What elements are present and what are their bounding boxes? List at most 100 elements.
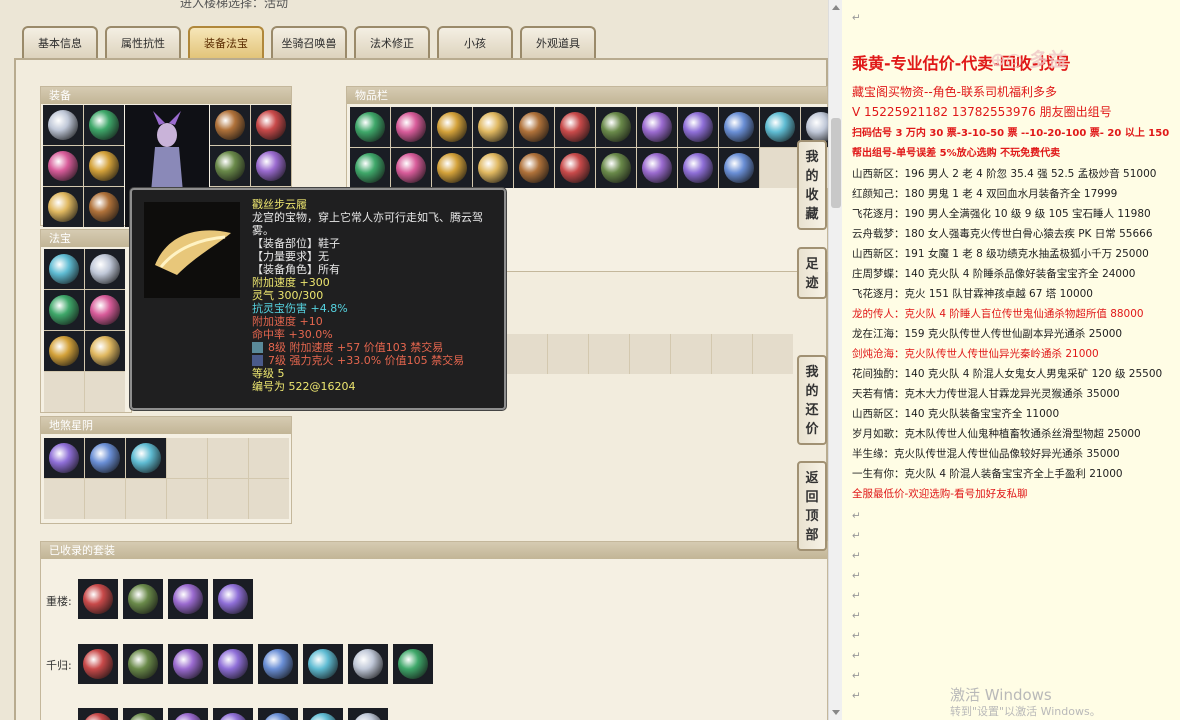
empty-slot[interactable]: [44, 372, 84, 412]
item-slot[interactable]: [123, 708, 163, 720]
item-slot[interactable]: [213, 579, 253, 619]
item-slot[interactable]: [473, 107, 513, 147]
item-slot[interactable]: [210, 105, 250, 145]
doc-listing-line: 龙在江海：159 克火队传世人传世仙副本异光通杀 25000: [852, 328, 1123, 340]
item-slot[interactable]: [348, 708, 388, 720]
side-nav-button[interactable]: 我的还价: [797, 355, 827, 445]
item-slot[interactable]: [123, 579, 163, 619]
item-slot[interactable]: [637, 107, 677, 147]
item-slot[interactable]: [596, 148, 636, 188]
item-slot[interactable]: [760, 107, 800, 147]
item-slot[interactable]: [555, 148, 595, 188]
empty-slot[interactable]: [85, 479, 125, 519]
item-slot[interactable]: [251, 105, 291, 145]
item-image: [144, 202, 240, 298]
side-nav-button[interactable]: 足迹: [797, 247, 827, 299]
item-slot[interactable]: [168, 708, 208, 720]
item-slot[interactable]: [78, 579, 118, 619]
doc-line-3: 扫码估号 3 万内 30 票-3-10-50 票 --10-20-100 票- …: [852, 128, 1170, 139]
item-slot[interactable]: [473, 148, 513, 188]
empty-slot[interactable]: [589, 334, 629, 374]
side-nav-button[interactable]: 返回顶部: [797, 461, 827, 551]
empty-slot[interactable]: [548, 334, 588, 374]
item-slot[interactable]: [637, 148, 677, 188]
empty-slot[interactable]: [167, 479, 207, 519]
empty-slot[interactable]: [208, 479, 248, 519]
side-nav-button-char: 还: [805, 403, 819, 418]
side-nav-button[interactable]: 我的收藏: [797, 140, 827, 230]
empty-slot[interactable]: [44, 479, 84, 519]
item-slot[interactable]: [85, 438, 125, 478]
item-slot[interactable]: [123, 644, 163, 684]
empty-slot[interactable]: [712, 334, 752, 374]
scroll-down-arrow-icon[interactable]: [832, 710, 840, 715]
tab-item[interactable]: 法术修正: [354, 26, 430, 58]
item-slot[interactable]: [84, 105, 124, 145]
item-slot[interactable]: [555, 107, 595, 147]
item-icon: [437, 153, 467, 183]
empty-slot[interactable]: [249, 438, 289, 478]
tab-item[interactable]: 坐骑召唤兽: [271, 26, 347, 58]
item-slot[interactable]: [350, 107, 390, 147]
empty-slot[interactable]: [753, 334, 793, 374]
item-slot[interactable]: [84, 146, 124, 186]
item-slot[interactable]: [44, 249, 84, 289]
item-icon: [353, 713, 383, 720]
item-slot[interactable]: [393, 644, 433, 684]
item-slot[interactable]: [43, 105, 83, 145]
tab-item[interactable]: 基本信息: [22, 26, 98, 58]
scroll-up-arrow-icon[interactable]: [832, 5, 840, 10]
item-slot[interactable]: [348, 644, 388, 684]
item-slot[interactable]: [678, 148, 718, 188]
empty-slot[interactable]: [671, 334, 711, 374]
scroll-thumb[interactable]: [831, 118, 841, 208]
item-slot[interactable]: [432, 107, 472, 147]
empty-slot[interactable]: [630, 334, 670, 374]
empty-slot[interactable]: [507, 334, 547, 374]
item-slot[interactable]: [213, 708, 253, 720]
item-slot[interactable]: [168, 644, 208, 684]
item-slot[interactable]: [126, 438, 166, 478]
item-slot[interactable]: [78, 708, 118, 720]
item-slot[interactable]: [514, 107, 554, 147]
item-slot[interactable]: [44, 438, 84, 478]
item-slot[interactable]: [678, 107, 718, 147]
empty-slot[interactable]: [85, 372, 125, 412]
item-slot[interactable]: [44, 290, 84, 330]
tab-item[interactable]: 装备法宝: [188, 26, 264, 58]
item-slot[interactable]: [391, 107, 431, 147]
item-slot[interactable]: [84, 187, 124, 227]
item-slot[interactable]: [213, 644, 253, 684]
item-slot[interactable]: [85, 249, 125, 289]
item-slot[interactable]: [85, 290, 125, 330]
empty-slot[interactable]: [760, 148, 800, 188]
scrollbar[interactable]: [828, 0, 842, 720]
empty-slot[interactable]: [208, 438, 248, 478]
item-slot[interactable]: [43, 187, 83, 227]
item-icon: [89, 110, 119, 140]
item-slot[interactable]: [514, 148, 554, 188]
empty-slot[interactable]: [167, 438, 207, 478]
item-slot[interactable]: [43, 146, 83, 186]
item-slot[interactable]: [432, 148, 472, 188]
item-slot[interactable]: [303, 708, 343, 720]
item-slot[interactable]: [391, 148, 431, 188]
item-slot[interactable]: [350, 148, 390, 188]
item-slot[interactable]: [719, 148, 759, 188]
item-slot[interactable]: [251, 146, 291, 186]
item-slot[interactable]: [85, 331, 125, 371]
empty-slot[interactable]: [249, 479, 289, 519]
empty-slot[interactable]: [126, 479, 166, 519]
item-slot[interactable]: [719, 107, 759, 147]
item-slot[interactable]: [44, 331, 84, 371]
tab-item[interactable]: 小孩: [437, 26, 513, 58]
item-slot[interactable]: [596, 107, 636, 147]
tab-item[interactable]: 外观道具: [520, 26, 596, 58]
tab-item[interactable]: 属性抗性: [105, 26, 181, 58]
item-slot[interactable]: [258, 708, 298, 720]
item-slot[interactable]: [210, 146, 250, 186]
item-slot[interactable]: [303, 644, 343, 684]
item-slot[interactable]: [78, 644, 118, 684]
item-slot[interactable]: [258, 644, 298, 684]
item-slot[interactable]: [168, 579, 208, 619]
